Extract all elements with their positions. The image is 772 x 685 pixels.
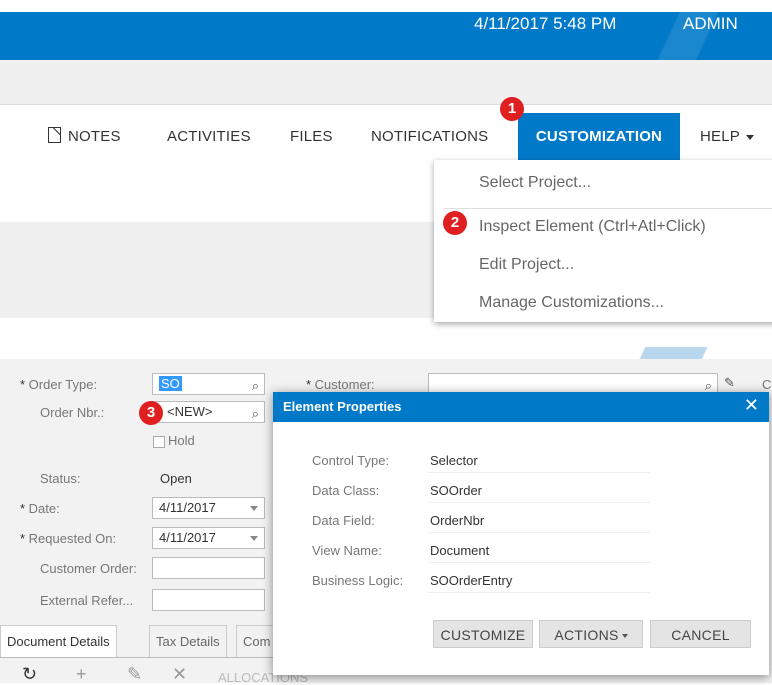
- requested-on-field[interactable]: 4/11/2017: [152, 527, 265, 549]
- toolbar-notifications[interactable]: NOTIFICATIONS: [371, 128, 488, 145]
- search-icon[interactable]: ⌕: [252, 376, 259, 396]
- order-type-value: SO: [159, 376, 182, 391]
- actions-label: ACTIONS: [554, 627, 619, 643]
- data-field-label: Data Field:: [312, 513, 375, 528]
- customize-button[interactable]: CUSTOMIZE: [433, 620, 533, 648]
- toolbar-help[interactable]: HELP: [700, 128, 754, 145]
- order-nbr-label: Order Nbr.:: [40, 405, 105, 420]
- data-class-value: SOOrder: [430, 483, 483, 498]
- order-nbr-field[interactable]: <NEW> ⌕: [152, 401, 265, 423]
- customization-menu: Select Project... Inspect Element (Ctrl+…: [434, 160, 772, 322]
- date-value: 4/11/2017: [159, 500, 216, 515]
- order-nbr-value: <NEW>: [167, 404, 213, 419]
- divider: [428, 532, 650, 533]
- divider: [0, 104, 772, 105]
- divider: [428, 562, 650, 563]
- view-name-value: Document: [430, 543, 490, 558]
- divider: [428, 502, 650, 503]
- search-icon[interactable]: ⌕: [252, 404, 259, 424]
- menu-separator: [444, 208, 772, 209]
- toolbar-activities[interactable]: ACTIVITIES: [167, 128, 251, 145]
- tab-tax-details[interactable]: Tax Details: [149, 625, 227, 657]
- business-logic-label: Business Logic:: [312, 573, 404, 588]
- customer-order-field[interactable]: [152, 557, 265, 579]
- external-ref-label: External Refer...: [40, 593, 134, 608]
- delete-icon[interactable]: ✕: [172, 664, 187, 685]
- divider: [428, 592, 650, 593]
- hold-label: Hold: [168, 433, 195, 448]
- date-label: Date:: [20, 501, 60, 516]
- pencil-icon[interactable]: ✎: [127, 664, 142, 685]
- menu-item-select-project[interactable]: Select Project...: [479, 174, 591, 192]
- customer-order-label: Customer Order:: [40, 561, 137, 576]
- view-name-label: View Name:: [312, 543, 382, 558]
- actions-button[interactable]: ACTIONS: [539, 620, 643, 648]
- control-type-label: Control Type:: [312, 453, 390, 468]
- divider: [428, 472, 650, 473]
- tab-commissions[interactable]: Com: [236, 625, 276, 657]
- date-field[interactable]: 4/11/2017: [152, 497, 265, 519]
- close-icon[interactable]: ✕: [744, 395, 759, 416]
- decoration-stripe: [600, 347, 772, 359]
- refresh-icon[interactable]: ↻: [22, 664, 37, 685]
- status-value: Open: [160, 471, 192, 486]
- notes-icon[interactable]: [48, 127, 61, 143]
- chevron-down-icon: [621, 634, 628, 639]
- callout-badge-1: 1: [500, 97, 524, 121]
- data-field-value: OrderNbr: [430, 513, 485, 528]
- callout-badge-2: 2: [443, 211, 467, 235]
- menu-item-manage-customizations[interactable]: Manage Customizations...: [479, 294, 664, 312]
- status-label: Status:: [40, 471, 81, 486]
- order-type-field[interactable]: SO ⌕: [152, 373, 265, 395]
- add-icon[interactable]: +: [76, 664, 87, 685]
- data-class-label: Data Class:: [312, 483, 380, 498]
- header-user[interactable]: ADMIN: [683, 0, 738, 48]
- form-header-area: [0, 222, 434, 318]
- business-logic-value: SOOrderEntry: [430, 573, 513, 588]
- tab-document-details[interactable]: Document Details: [0, 625, 117, 657]
- header-gray-band: [0, 60, 772, 105]
- toolbar-files[interactable]: FILES: [290, 128, 333, 145]
- element-properties-dialog: Element Properties ✕ Control Type: Selec…: [273, 392, 769, 675]
- customer-label: Customer:: [306, 377, 375, 392]
- dropdown-arrow-icon[interactable]: [250, 536, 258, 541]
- header-datetime: 4/11/2017 5:48 PM: [474, 14, 617, 33]
- requested-on-value: 4/11/2017: [159, 530, 216, 545]
- cancel-button[interactable]: CANCEL: [650, 620, 751, 648]
- dialog-title: Element Properties: [283, 399, 402, 414]
- external-ref-field[interactable]: [152, 589, 265, 611]
- tabs-divider: [0, 657, 275, 658]
- dialog-header: Element Properties ✕: [273, 392, 769, 422]
- requested-on-label: Requested On:: [20, 531, 116, 546]
- hold-checkbox[interactable]: [153, 436, 165, 448]
- toolbar-customization[interactable]: CUSTOMIZATION: [518, 113, 680, 160]
- cutoff-label: C: [762, 377, 772, 392]
- callout-badge-3: 3: [139, 401, 163, 425]
- control-type-value: Selector: [430, 453, 478, 468]
- menu-item-edit-project[interactable]: Edit Project...: [479, 256, 574, 274]
- pencil-icon[interactable]: ✎: [724, 375, 735, 391]
- dropdown-arrow-icon[interactable]: [250, 506, 258, 511]
- order-type-label: Order Type:: [20, 377, 97, 392]
- chevron-down-icon: [746, 134, 754, 140]
- top-header-bar: [0, 12, 772, 60]
- menu-item-inspect-element[interactable]: Inspect Element (Ctrl+Atl+Click): [479, 218, 706, 236]
- help-label: HELP: [700, 128, 740, 145]
- toolbar-notes[interactable]: NOTES: [68, 128, 121, 145]
